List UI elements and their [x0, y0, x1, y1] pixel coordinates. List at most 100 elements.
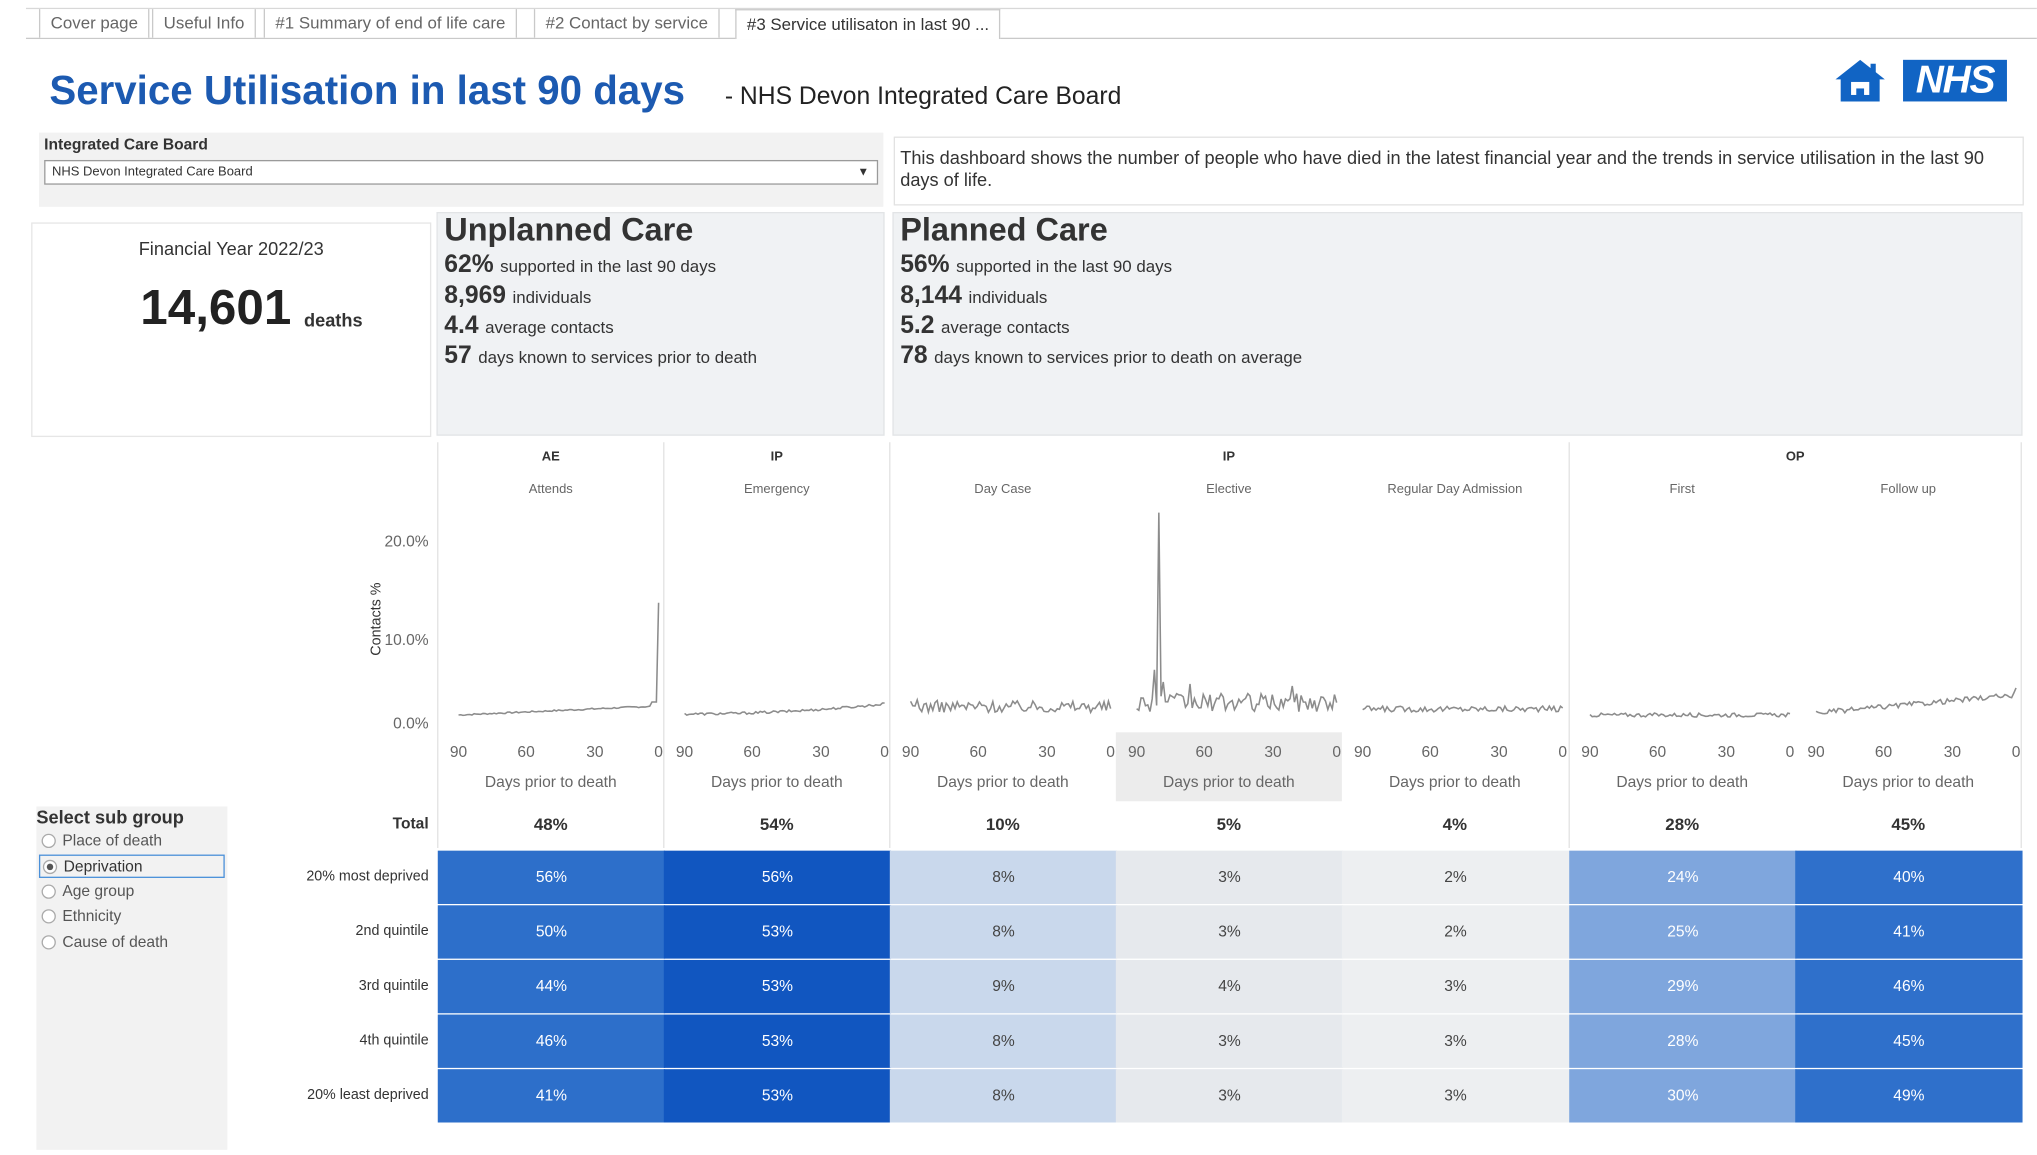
panel-label-3: Elective — [1206, 482, 1252, 497]
x-tick: 0 — [1558, 742, 1568, 761]
x-tick: 60 — [1195, 742, 1213, 761]
table-cell[interactable]: 8% — [889, 1069, 1118, 1123]
series-line-1 — [684, 702, 885, 717]
panel-label-2: Day Case — [974, 482, 1032, 497]
x-axis-title: Days prior to death — [936, 772, 1069, 791]
total-cell-5: 28% — [1665, 814, 1700, 834]
x-tick: 90 — [1581, 742, 1599, 761]
table-cell[interactable]: 2% — [1341, 850, 1570, 904]
total-cell-4: 4% — [1442, 814, 1468, 834]
table-cell[interactable]: 45% — [1795, 1014, 2023, 1068]
table-cell[interactable]: 8% — [889, 905, 1118, 959]
group-label: IP — [770, 450, 783, 465]
table-cell[interactable]: 4% — [1115, 959, 1344, 1014]
x-axis-title: Days prior to death — [1616, 772, 1749, 791]
series-line-0 — [458, 602, 660, 717]
group-label: OP — [1785, 450, 1805, 465]
total-cell-6: 45% — [1891, 814, 1926, 834]
series-line-4 — [1362, 704, 1564, 714]
table-cell[interactable]: 3% — [1341, 1014, 1570, 1068]
x-tick: 0 — [1332, 742, 1342, 761]
panel-label-5: First — [1669, 482, 1695, 497]
x-axis-title: Days prior to death — [484, 772, 617, 791]
table-cell[interactable]: 8% — [889, 1014, 1118, 1068]
table-cell[interactable]: 40% — [1795, 850, 2023, 904]
total-cell-0: 48% — [533, 814, 568, 834]
row-label-0: 20% most deprived — [306, 868, 429, 885]
y-tick-0: 0.0% — [393, 714, 429, 733]
x-tick: 90 — [1127, 742, 1146, 761]
table-cell[interactable]: 53% — [663, 905, 892, 959]
x-tick: 0 — [1785, 742, 1795, 761]
row-label-2: 3rd quintile — [358, 978, 429, 994]
group-label: IP — [1222, 450, 1235, 465]
table-cell[interactable]: 3% — [1341, 959, 1570, 1014]
table-cell[interactable]: 56% — [437, 850, 666, 904]
x-axis-title: Days prior to death — [1842, 772, 1975, 791]
row-label-3: 4th quintile — [359, 1032, 429, 1049]
x-tick: 90 — [449, 742, 468, 761]
table-cell[interactable]: 9% — [889, 959, 1118, 1014]
table-cell[interactable]: 53% — [663, 1014, 892, 1068]
group-label: AE — [541, 450, 560, 465]
series-line-2 — [909, 697, 1112, 716]
table-cell[interactable]: 2% — [1341, 905, 1570, 959]
table-cell[interactable]: 3% — [1115, 1014, 1344, 1068]
table-cell[interactable]: 49% — [1795, 1069, 2023, 1123]
table-cell[interactable]: 44% — [437, 959, 666, 1014]
series-line-6 — [1815, 687, 2017, 715]
total-cell-3: 5% — [1216, 814, 1242, 834]
x-tick: 90 — [1353, 742, 1372, 761]
y-axis-title: Contacts % — [368, 582, 385, 656]
table-cell[interactable]: 25% — [1569, 905, 1797, 959]
x-tick: 30 — [812, 742, 830, 761]
row-label-1: 2nd quintile — [355, 923, 429, 940]
table-cell[interactable]: 3% — [1115, 905, 1344, 959]
panel-label-4: Regular Day Admission — [1387, 482, 1523, 497]
total-row-label: Total — [392, 814, 429, 833]
table-cell[interactable]: 56% — [663, 850, 892, 904]
x-tick: 60 — [1874, 742, 1893, 761]
table-cell[interactable]: 53% — [663, 959, 892, 1014]
table-cell[interactable]: 28% — [1569, 1014, 1797, 1068]
x-tick: 90 — [675, 742, 694, 761]
table-cell[interactable]: 46% — [1795, 959, 2023, 1014]
panel-label-1: Emergency — [743, 482, 810, 497]
table-cell[interactable]: 41% — [1795, 905, 2023, 959]
x-tick: 90 — [1807, 742, 1825, 761]
table-cell[interactable]: 3% — [1115, 850, 1344, 904]
table-cell[interactable]: 50% — [437, 905, 666, 959]
table-cell[interactable]: 30% — [1569, 1069, 1797, 1123]
table-cell[interactable]: 3% — [1341, 1069, 1570, 1123]
panel-label-6: Follow up — [1880, 482, 1937, 497]
row-label-4: 20% least deprived — [307, 1087, 429, 1103]
x-tick: 60 — [1421, 742, 1439, 761]
x-tick: 60 — [1648, 742, 1667, 761]
x-tick: 60 — [517, 742, 535, 761]
x-axis-title: Days prior to death — [1162, 772, 1295, 791]
radio-place-of-death[interactable]: Place of death — [39, 830, 225, 853]
x-tick: 0 — [1106, 742, 1115, 761]
panel-label-0: Attends — [528, 482, 573, 497]
table-cell[interactable]: 46% — [437, 1014, 666, 1068]
table-cell[interactable]: 24% — [1569, 850, 1797, 904]
x-tick: 30 — [1717, 742, 1736, 761]
x-tick: 60 — [969, 742, 987, 761]
x-tick: 0 — [2011, 742, 2021, 761]
x-tick: 30 — [1038, 742, 1056, 761]
total-cell-1: 54% — [759, 814, 794, 834]
series-line-5 — [1589, 711, 1791, 718]
subgroup-title: Select sub group — [36, 806, 184, 828]
x-tick: 60 — [743, 742, 761, 761]
x-axis-title: Days prior to death — [1389, 772, 1521, 791]
table-cell[interactable]: 3% — [1115, 1069, 1344, 1123]
table-cell[interactable]: 41% — [437, 1069, 666, 1123]
table-cell[interactable]: 29% — [1569, 959, 1797, 1014]
series-line-3 — [1136, 512, 1338, 713]
x-axis-highlight — [1115, 732, 1342, 802]
x-tick: 0 — [880, 742, 889, 761]
table-cell[interactable]: 53% — [663, 1069, 892, 1123]
x-tick: 0 — [654, 742, 663, 761]
total-cell-2: 10% — [985, 814, 1020, 834]
table-cell[interactable]: 8% — [889, 850, 1118, 904]
